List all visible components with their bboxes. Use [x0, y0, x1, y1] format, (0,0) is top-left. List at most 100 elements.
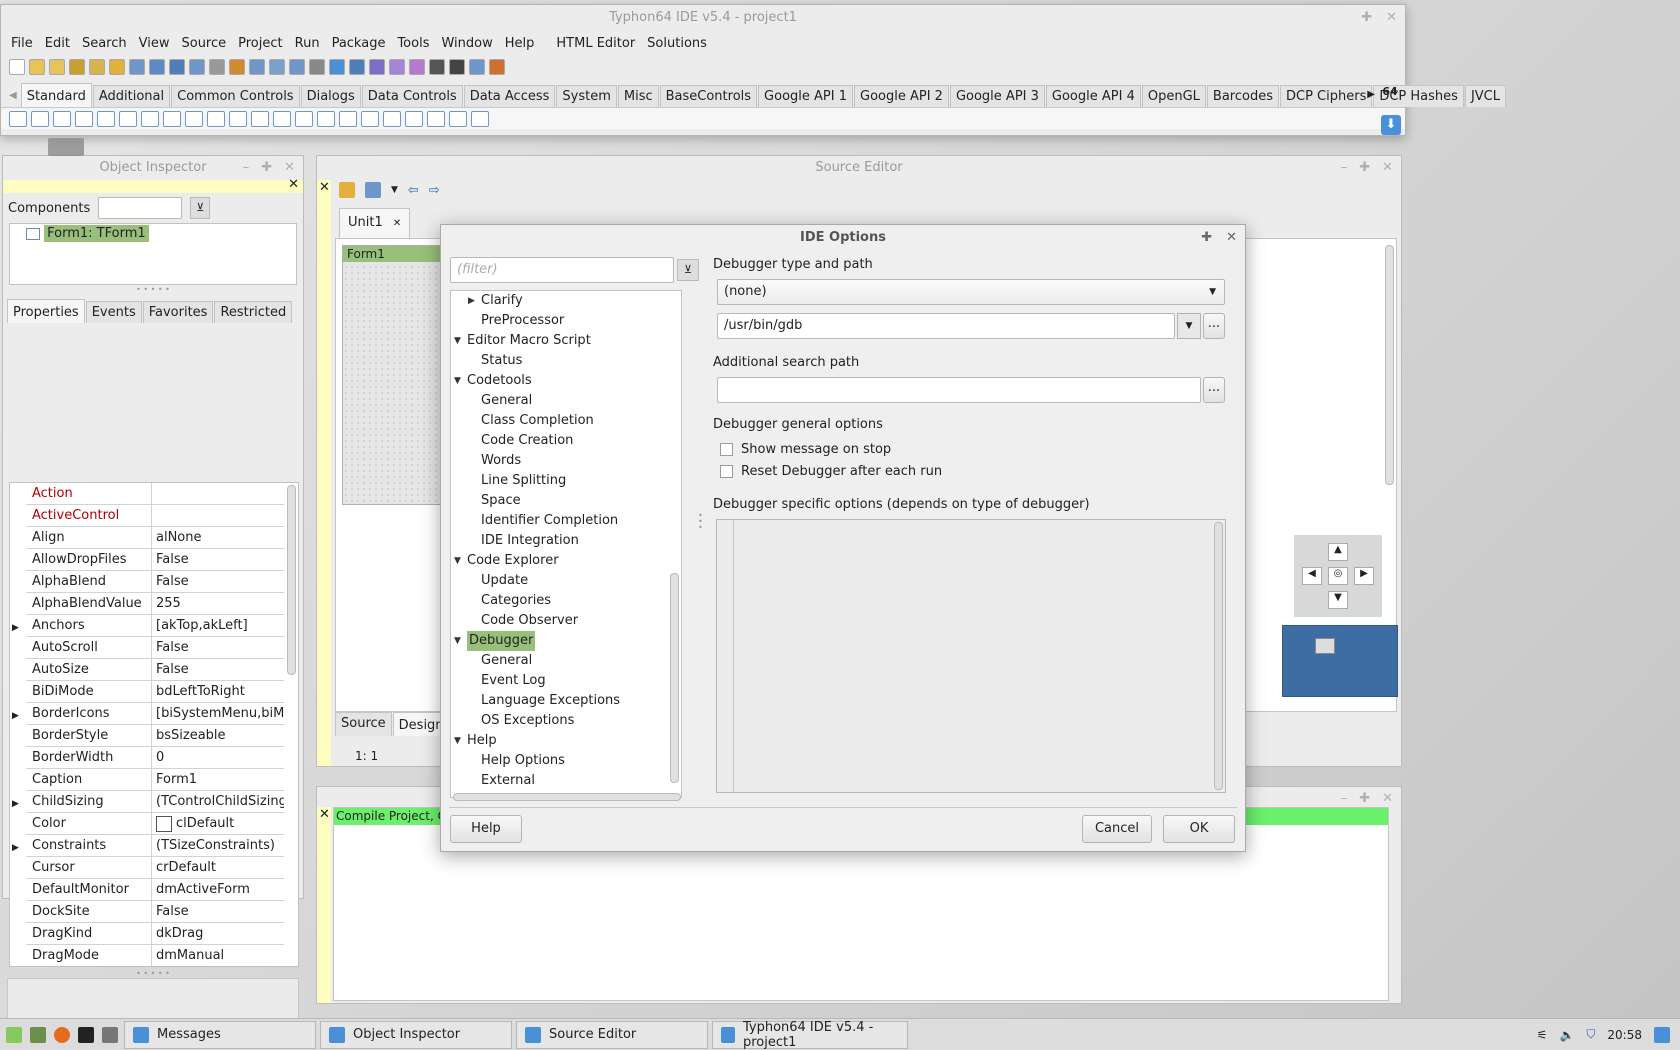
files-icon[interactable]: [30, 1026, 46, 1043]
tab-jvcl[interactable]: JVCL: [1464, 85, 1506, 107]
tree-item[interactable]: ▼ Debugger: [451, 631, 681, 651]
browse-search-button[interactable]: ...: [1203, 377, 1225, 403]
property-row[interactable]: ActiveControl: [26, 505, 284, 527]
property-row[interactable]: BorderWidth 0: [26, 747, 284, 769]
clock[interactable]: 20:58: [1607, 1028, 1642, 1042]
property-row[interactable]: DragKind dkDrag: [26, 923, 284, 945]
collapse-arrow-icon[interactable]: ▼: [454, 371, 461, 391]
property-value[interactable]: Form1: [152, 769, 284, 790]
menu-window[interactable]: Window: [435, 36, 498, 51]
menu-help[interactable]: Help: [499, 36, 541, 51]
property-row[interactable]: Cursor crDefault: [26, 857, 284, 879]
desktop-icon[interactable]: [102, 1026, 118, 1043]
pin-icon[interactable]: ✚: [1201, 225, 1212, 251]
toggle-form-icon[interactable]: [365, 182, 381, 198]
clear-filter-icon[interactable]: ⊻: [190, 197, 211, 219]
component-icon[interactable]: [471, 110, 489, 127]
property-row[interactable]: AlphaBlendValue 255: [26, 593, 284, 615]
property-value[interactable]: 255: [152, 593, 284, 614]
tab-misc[interactable]: Misc: [617, 85, 659, 107]
tree-item[interactable]: Code Creation: [451, 431, 681, 451]
tab-common-controls[interactable]: Common Controls: [171, 85, 300, 107]
tree-item[interactable]: Line Splitting: [451, 471, 681, 491]
toolbar-icon[interactable]: [9, 59, 25, 75]
component-icon[interactable]: [251, 110, 269, 127]
property-row[interactable]: AlphaBlend False: [26, 571, 284, 593]
property-row[interactable]: Color clDefault: [26, 813, 284, 835]
tree-item[interactable]: ▼ Editor Macro Script: [451, 331, 681, 351]
property-row[interactable]: AutoSize False: [26, 659, 284, 681]
tree-item[interactable]: General: [451, 651, 681, 671]
tree-item[interactable]: Space: [451, 491, 681, 511]
tree-item[interactable]: Identifier Completion: [451, 511, 681, 531]
property-row[interactable]: BorderIcons[biSystemMenu,biMinim ▶: [12, 703, 284, 725]
toolbar-icon[interactable]: [169, 59, 185, 75]
tab-favorites[interactable]: Favorites: [142, 301, 214, 323]
scroll-left-icon[interactable]: ◀: [9, 90, 17, 101]
property-value[interactable]: dmManual: [152, 945, 284, 966]
component-icon[interactable]: [31, 110, 49, 127]
tree-item[interactable]: ▼ Code Explorer: [451, 551, 681, 571]
shield-icon[interactable]: ⛉: [1586, 1027, 1595, 1042]
down-arrow-icon[interactable]: ▼: [1328, 591, 1348, 609]
property-row[interactable]: Action: [26, 483, 284, 505]
tree-item[interactable]: Event Log: [451, 671, 681, 691]
toolbar-icon[interactable]: [269, 59, 285, 75]
tab-data-controls[interactable]: Data Controls: [361, 85, 463, 107]
tab-data-access[interactable]: Data Access: [463, 85, 556, 107]
tree-item[interactable]: External: [451, 771, 681, 791]
tree-item[interactable]: OS Exceptions: [451, 711, 681, 731]
path-dropdown-button[interactable]: ▼: [1177, 313, 1201, 339]
toolbar-icon[interactable]: [129, 59, 145, 75]
tab-google-api-4[interactable]: Google API 4: [1045, 85, 1141, 107]
collapse-arrow-icon[interactable]: ▼: [454, 551, 461, 571]
close-tab-icon[interactable]: ✕: [393, 218, 401, 229]
toolbar-icon[interactable]: [469, 59, 485, 75]
property-row[interactable]: DockSite False: [26, 901, 284, 923]
property-row[interactable]: AllowDropFiles False: [26, 549, 284, 571]
tab-system[interactable]: System: [556, 85, 617, 107]
download-arrow-icon[interactable]: ⬇: [1381, 115, 1401, 135]
search-path-input[interactable]: [717, 377, 1201, 403]
tab-unit1[interactable]: Unit1 ✕: [339, 208, 411, 238]
tree-item[interactable]: ▼ Help: [451, 731, 681, 751]
component-icon[interactable]: [405, 110, 423, 127]
volume-icon[interactable]: 🔈: [1559, 1028, 1574, 1042]
checkbox[interactable]: [720, 443, 733, 456]
tab-google-api-1[interactable]: Google API 1: [758, 85, 853, 107]
toolbar-icon[interactable]: [369, 59, 385, 75]
tree-item[interactable]: Class Completion: [451, 411, 681, 431]
component-icon[interactable]: [119, 110, 137, 127]
tab-google-api-2[interactable]: Google API 2: [854, 85, 949, 107]
component-icon[interactable]: [361, 110, 379, 127]
dock-close-icon[interactable]: ✕: [317, 180, 330, 195]
component-icon[interactable]: [9, 110, 27, 127]
property-value[interactable]: False: [152, 637, 284, 658]
tab-events[interactable]: Events: [85, 301, 142, 323]
menu-file[interactable]: File: [5, 36, 39, 51]
menu-package[interactable]: Package: [326, 36, 392, 51]
toolbar-icon[interactable]: [309, 59, 325, 75]
property-value[interactable]: alNone: [152, 527, 284, 548]
tab-opengl[interactable]: OpenGL: [1141, 85, 1206, 107]
dock-close-icon[interactable]: ✕: [288, 177, 299, 192]
typhon-tray-icon[interactable]: [1654, 1026, 1670, 1043]
close-icon[interactable]: ✕: [1382, 156, 1393, 180]
collapse-arrow-icon[interactable]: ▼: [454, 731, 461, 751]
debugger-path-input[interactable]: /usr/bin/gdb: [717, 313, 1175, 339]
forward-icon[interactable]: ⇨: [429, 183, 440, 198]
toolbar-icon[interactable]: [349, 59, 365, 75]
minimize-icon[interactable]: –: [243, 156, 250, 180]
component-icon[interactable]: [185, 110, 203, 127]
toolbar-icon[interactable]: [149, 59, 165, 75]
dock-close-icon[interactable]: ✕: [317, 807, 330, 822]
right-arrow-icon[interactable]: ▶: [1354, 567, 1374, 585]
toolbar-icon[interactable]: [389, 59, 405, 75]
help-button[interactable]: Help: [450, 815, 522, 843]
pin-icon[interactable]: ✚: [261, 156, 272, 180]
menu-icon[interactable]: [6, 1026, 22, 1043]
component-icon[interactable]: [229, 110, 247, 127]
menu-source[interactable]: Source: [175, 36, 232, 51]
components-filter-input[interactable]: [98, 197, 183, 219]
component-icon[interactable]: [75, 110, 93, 127]
